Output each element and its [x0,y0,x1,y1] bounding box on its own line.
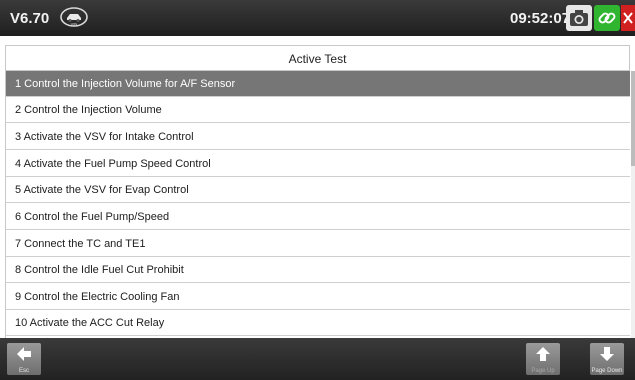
camera-icon[interactable] [566,5,592,31]
esc-button[interactable]: Esc [7,343,41,375]
esc-button-label: Esc [18,368,29,374]
list-item-label: 4 Activate the Fuel Pump Speed Control [15,158,211,170]
list-item-label: 10 Activate the ACC Cut Relay [15,317,165,329]
list-item[interactable]: 5 Activate the VSV for Evap Control [6,177,630,203]
list-item[interactable]: 4 Activate the Fuel Pump Speed Control [6,151,630,177]
bottom-bar: Esc Page Up Page Down [0,338,635,380]
vin-car-icon[interactable]: VIN [59,6,89,28]
page-up-button-label: Page Up [531,368,555,374]
list-item[interactable]: 1 Control the Injection Volume for A/F S… [6,71,630,97]
panel-header: Active Test [5,45,630,71]
list-item-label: 8 Control the Idle Fuel Cut Prohibit [15,264,184,276]
list-item[interactable]: 7 Connect the TC and TE1 [6,231,630,257]
list-item-label: 6 Control the Fuel Pump/Speed [15,211,170,223]
list-item-label: 5 Activate the VSV for Evap Control [15,184,189,196]
active-test-list: 1 Control the Injection Volume for A/F S… [5,71,630,338]
top-bar: V6.70 VIN 09:52:07 [0,0,635,36]
list-item[interactable]: 8 Control the Idle Fuel Cut Prohibit [6,257,630,283]
list-item[interactable]: 9 Control the Electric Cooling Fan [6,284,630,310]
list-item-label: 9 Control the Electric Cooling Fan [15,291,180,303]
list-item[interactable]: 10 Activate the ACC Cut Relay [6,310,630,336]
list-item-label: 7 Connect the TC and TE1 [15,238,146,250]
list-item-label: 1 Control the Injection Volume for A/F S… [15,78,236,90]
arrow-down-icon [600,347,614,361]
page-title: Active Test [288,52,347,66]
version-label: V6.70 [10,10,50,27]
arrow-left-icon [17,347,31,361]
clock-time: 09:52:07 [510,10,571,27]
scrollbar[interactable] [631,71,635,338]
page-down-button-label: Page Down [591,368,623,374]
svg-text:VIN: VIN [71,22,78,27]
arrow-up-icon [536,347,550,361]
list-item-label: 3 Activate the VSV for Intake Control [15,131,194,143]
close-icon[interactable] [621,5,635,31]
page-down-button[interactable]: Page Down [590,343,624,375]
list-item[interactable]: 3 Activate the VSV for Intake Control [6,124,630,150]
scrollbar-thumb[interactable] [631,71,635,166]
list-item[interactable]: 2 Control the Injection Volume [6,97,630,123]
list-item-label: 2 Control the Injection Volume [15,104,162,116]
link-icon[interactable] [594,5,620,31]
list-item[interactable]: 6 Control the Fuel Pump/Speed [6,204,630,230]
page-up-button[interactable]: Page Up [526,343,560,375]
